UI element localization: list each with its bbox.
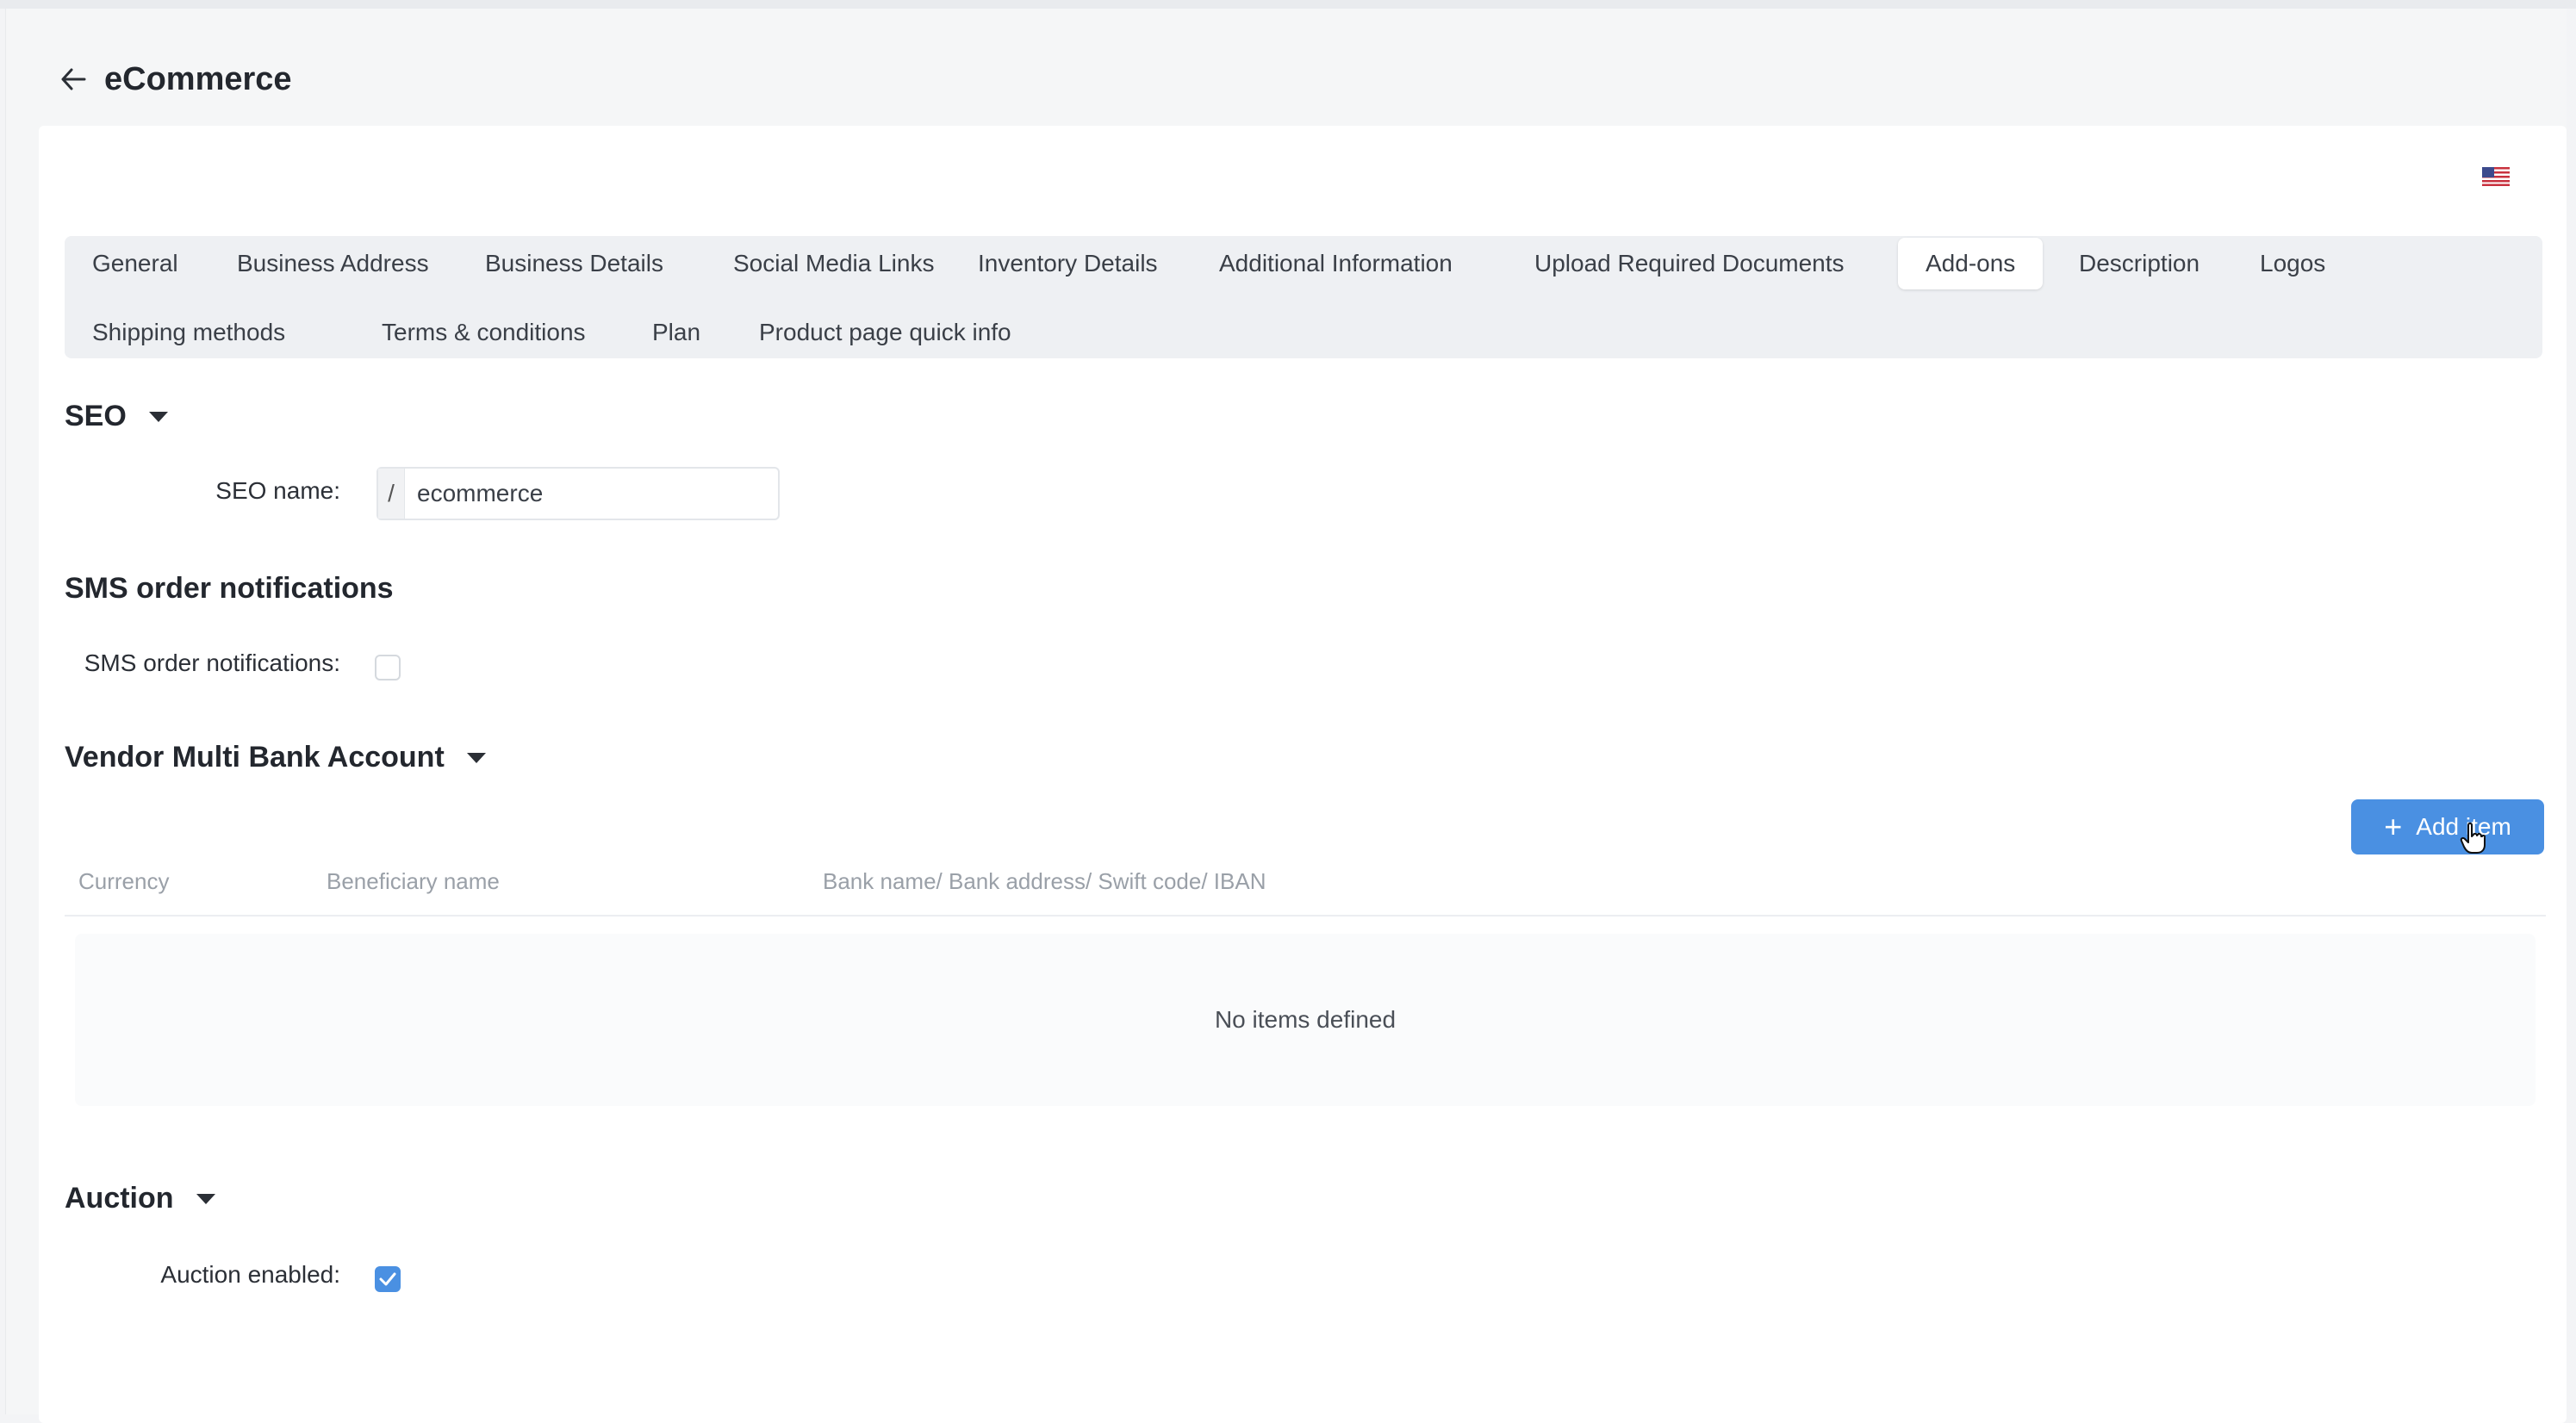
tab-business-details[interactable]: Business Details [457,238,691,289]
seo-name-label: SEO name: [215,477,340,504]
tab-business-address[interactable]: Business Address [209,238,457,289]
page-title: eCommerce [104,60,292,97]
tab-shipping-methods[interactable]: Shipping methods [65,307,313,358]
auction-enabled-label: Auction enabled: [160,1261,340,1288]
column-header-beneficiary: Beneficiary name [327,868,500,894]
column-header-currency: Currency [78,868,170,894]
tab-description[interactable]: Description [2051,238,2227,289]
caret-down-icon[interactable] [148,411,168,422]
seo-prefix: / [378,469,405,519]
tab-terms-conditions[interactable]: Terms & conditions [354,307,613,358]
bank-section-title: Vendor Multi Bank Account [65,741,486,774]
tab-general[interactable]: General [65,238,206,289]
top-border [0,0,2576,9]
settings-card: General Business Address Business Detail… [39,126,2567,1423]
page: eCommerce General Business Address Busin… [5,9,2567,1423]
seo-name-field[interactable]: / ecommerce [376,467,780,520]
column-header-bank-details: Bank name/ Bank address/ Swift code/ IBA… [823,868,1266,894]
tab-plan[interactable]: Plan [625,307,728,358]
page-header: eCommerce [56,53,292,105]
seo-name-input[interactable]: ecommerce [405,469,778,519]
auction-section-title: Auction [65,1182,215,1215]
hand-cursor-icon [2460,822,2486,854]
us-flag-icon[interactable] [2482,167,2510,186]
caret-down-icon[interactable] [196,1193,215,1204]
tab-product-page-quick-info[interactable]: Product page quick info [731,307,1039,358]
tab-social-media-links[interactable]: Social Media Links [706,238,961,289]
arrow-left-icon[interactable] [56,62,90,96]
seo-section-title: SEO [65,400,168,433]
tab-logos[interactable]: Logos [2232,238,2353,289]
caret-down-icon[interactable] [466,752,486,763]
bank-title: Vendor Multi Bank Account [65,741,445,774]
sms-title: SMS order notifications [65,572,394,605]
plus-icon: + [2384,809,2403,844]
empty-table-message: No items defined [75,934,2536,1106]
sms-label: SMS order notifications: [84,649,340,676]
tab-additional-information[interactable]: Additional Information [1192,238,1480,289]
tab-inventory-details[interactable]: Inventory Details [950,238,1185,289]
auction-title: Auction [65,1182,174,1215]
seo-title: SEO [65,400,127,432]
sms-section-title: SMS order notifications [65,572,394,606]
checkmark-icon [379,1272,396,1286]
tab-bar: General Business Address Business Detail… [65,236,2542,358]
tab-upload-required-documents[interactable]: Upload Required Documents [1507,238,1872,289]
tab-add-ons[interactable]: Add-ons [1898,238,2044,289]
sms-notifications-checkbox[interactable] [375,655,401,680]
table-header-divider [65,915,2546,917]
auction-enabled-checkbox[interactable] [375,1266,401,1292]
add-item-button[interactable]: + Add item [2351,799,2544,854]
